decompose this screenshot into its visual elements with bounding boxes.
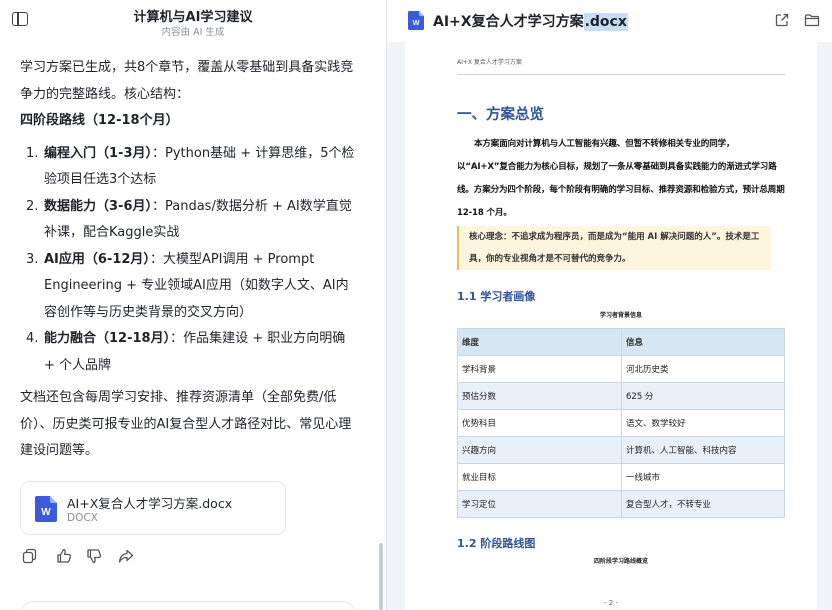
message-intro: 学习方案已生成，共8个章节，覆盖从零基础到具备实践竞争力的完整路线。核心结构： bbox=[20, 60, 354, 102]
stage-list: 1. 编程入门（1-3月）：Python基础 + 计算思维，5个检验项目任选3个达… bbox=[20, 141, 360, 380]
chat-header: 计算机与AI学习建议 内容由 AI 生成 bbox=[0, 0, 386, 42]
chat-subtitle: 内容由 AI 生成 bbox=[161, 27, 225, 38]
list-number: 2. bbox=[26, 198, 39, 214]
list-number: 3. bbox=[26, 251, 39, 267]
list-item: 1. 编程入门（1-3月）：Python基础 + 计算思维，5个检验项目任选3个达… bbox=[20, 141, 360, 194]
header-rule bbox=[457, 74, 785, 75]
subsection-heading-route: 1.2 阶段路线图 bbox=[457, 537, 536, 550]
subsection-heading-profile: 1.1 学习者画像 bbox=[457, 290, 536, 303]
chat-pane: 计算机与AI学习建议 内容由 AI 生成 学习方案已生成，共8个章节，覆盖从零基… bbox=[0, 0, 386, 610]
route-caption: 四阶段学习路线概览 bbox=[593, 558, 648, 565]
document-title[interactable]: AI+X复合人才学习方案.docx bbox=[433, 11, 628, 31]
running-head: AI+X 复合人才学习方案 bbox=[457, 59, 522, 66]
assistant-message: 学习方案已生成，共8个章节，覆盖从零基础到具备实践竞争力的完整路线。核心结构： … bbox=[20, 55, 360, 465]
table-header-cell: 维度 bbox=[457, 328, 622, 356]
table-cell: 复合型人才，不转专业 bbox=[621, 490, 785, 518]
word-letter: W bbox=[413, 18, 420, 27]
file-attachment-card[interactable]: W AI+X复合人才学习方案.docx DOCX bbox=[20, 481, 286, 535]
chat-title: 计算机与AI学习建议 bbox=[133, 10, 253, 25]
thumbs-up-icon[interactable] bbox=[56, 548, 72, 564]
stage-heading: 四阶段路线（12-18个月） bbox=[20, 113, 179, 128]
table-row: 就业目标 一线城市 bbox=[457, 463, 785, 491]
document-preview-pane: W AI+X复合人才学习方案.docx AI+X 复合人才学习方案 一、方案总览… bbox=[387, 0, 832, 610]
list-number: 4. bbox=[26, 331, 39, 346]
table-cell: 预估分数 bbox=[457, 382, 622, 410]
file-name: AI+X复合人才学习方案.docx bbox=[67, 496, 233, 511]
page-number: - 2 - bbox=[604, 599, 618, 607]
stage-name: 数据能力（3-6月） bbox=[44, 198, 152, 214]
table-cell: 语文、数学较好 bbox=[621, 409, 785, 437]
table-header-cell: 信息 bbox=[621, 328, 785, 356]
chat-scrollbar[interactable] bbox=[379, 543, 383, 610]
copy-icon[interactable] bbox=[22, 548, 38, 564]
learner-profile-table: 维度 信息 学科背景 河北历史类 预估分数 625 分 优势科目 语文、数学较好 兴趣… bbox=[457, 328, 785, 518]
list-item: 3. AI应用（6-12月）：大模型API调用 + Prompt Engineer… bbox=[20, 247, 360, 327]
table-cell: 兴趣方向 bbox=[457, 436, 622, 464]
word-letter: W bbox=[41, 507, 51, 518]
table-cell: 学科背景 bbox=[457, 355, 622, 383]
word-doc-icon: W bbox=[408, 11, 424, 30]
callout-note: 核心理念：不追求成为程序员，而是成为“能用 AI 解决问题的人”。技术是工具，你… bbox=[457, 226, 771, 270]
table-cell: 河北历史类 bbox=[621, 355, 785, 383]
table-row: 优势科目 语文、数学较好 bbox=[457, 409, 785, 437]
message-input-box[interactable] bbox=[20, 601, 356, 610]
table-row: 兴趣方向 计算机、人工智能、科技内容 bbox=[457, 436, 785, 464]
stage-name: 能力融合（12-18月） bbox=[44, 331, 171, 346]
stage-name: AI应用（6-12月） bbox=[44, 251, 150, 267]
table-caption: 学习者背景信息 bbox=[599, 312, 642, 319]
table-cell: 优势科目 bbox=[457, 409, 622, 437]
preview-scrollbar[interactable] bbox=[824, 36, 828, 596]
list-number: 1. bbox=[26, 145, 39, 161]
word-doc-icon: W bbox=[35, 496, 57, 522]
table-row: 学科背景 河北历史类 bbox=[457, 355, 785, 383]
thumbs-down-icon[interactable] bbox=[86, 548, 102, 564]
overview-paragraph: 本方案面向对计算机与人工智能有兴趣、但暂不转修相关专业的同学，以“AI+X”复合… bbox=[457, 139, 785, 218]
stage-name: 编程入门（1-3月） bbox=[44, 145, 152, 161]
message-closing: 文档还包含每周学习安排、推荐资源清单（全部免费/低价）、历史类可报专业的AI复合… bbox=[20, 390, 352, 458]
preview-header: W AI+X复合人才学习方案.docx bbox=[387, 0, 832, 42]
section-heading: 一、方案总览 bbox=[457, 107, 544, 123]
table-cell: 就业目标 bbox=[457, 463, 622, 491]
list-item: 4. 能力融合（12-18月）：作品集建设 + 职业方向明确 + 个人品牌 bbox=[20, 326, 360, 379]
table-cell: 学习定位 bbox=[457, 490, 622, 518]
table-row: 预估分数 625 分 bbox=[457, 382, 785, 410]
list-item: 2. 数据能力（3-6月）：Pandas/数据分析 + AI数学直觉补课，配合Ka… bbox=[20, 194, 360, 247]
document-title-main: AI+X复合人才学习方案 bbox=[433, 14, 584, 30]
document-title-ext: .docx bbox=[583, 13, 628, 31]
table-header-row: 维度 信息 bbox=[457, 328, 785, 356]
table-row: 学习定位 复合型人才，不转专业 bbox=[457, 490, 785, 518]
table-cell: 625 分 bbox=[621, 382, 785, 410]
share-icon[interactable] bbox=[118, 548, 134, 564]
table-cell: 一线城市 bbox=[621, 463, 785, 491]
file-type: DOCX bbox=[67, 512, 98, 524]
table-cell: 计算机、人工智能、科技内容 bbox=[621, 436, 785, 464]
document-page: AI+X 复合人才学习方案 一、方案总览 本方案面向对计算机与人工智能有兴趣、但… bbox=[405, 42, 817, 610]
open-external-icon[interactable] bbox=[774, 12, 790, 28]
folder-icon[interactable] bbox=[804, 12, 820, 28]
